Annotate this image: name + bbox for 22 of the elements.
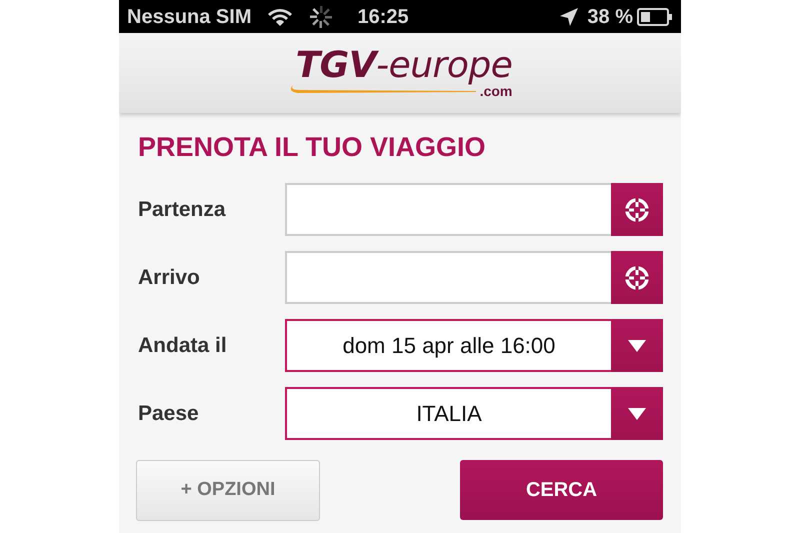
battery-percent: 38 % [587,4,633,30]
field-label: Andata il [138,332,228,359]
locate-icon [624,264,650,290]
field-label: Arrivo [138,264,201,291]
spinner-icon [309,4,334,28]
location-input[interactable] [285,251,663,304]
search-button[interactable]: CERCA [460,460,663,520]
logo-wordmark: TGV-europe [296,48,512,84]
location-input[interactable] [285,183,663,236]
battery-icon [637,8,673,26]
location-arrow-icon [559,6,580,26]
locate-icon [624,196,650,222]
clock-time: 16:25 [357,4,409,30]
logo-domain: .com [480,84,512,98]
field-label: Paese [138,400,200,427]
carrier-name: Nessuna SIM [127,4,252,30]
locate-button[interactable] [611,183,663,236]
field-label: Partenza [138,196,227,223]
wifi-icon [267,6,294,26]
locate-button[interactable] [611,251,663,304]
form-title: PRENOTA IL TUO VIAGGIO [138,131,487,164]
options-button[interactable]: + OPZIONI [136,460,320,520]
